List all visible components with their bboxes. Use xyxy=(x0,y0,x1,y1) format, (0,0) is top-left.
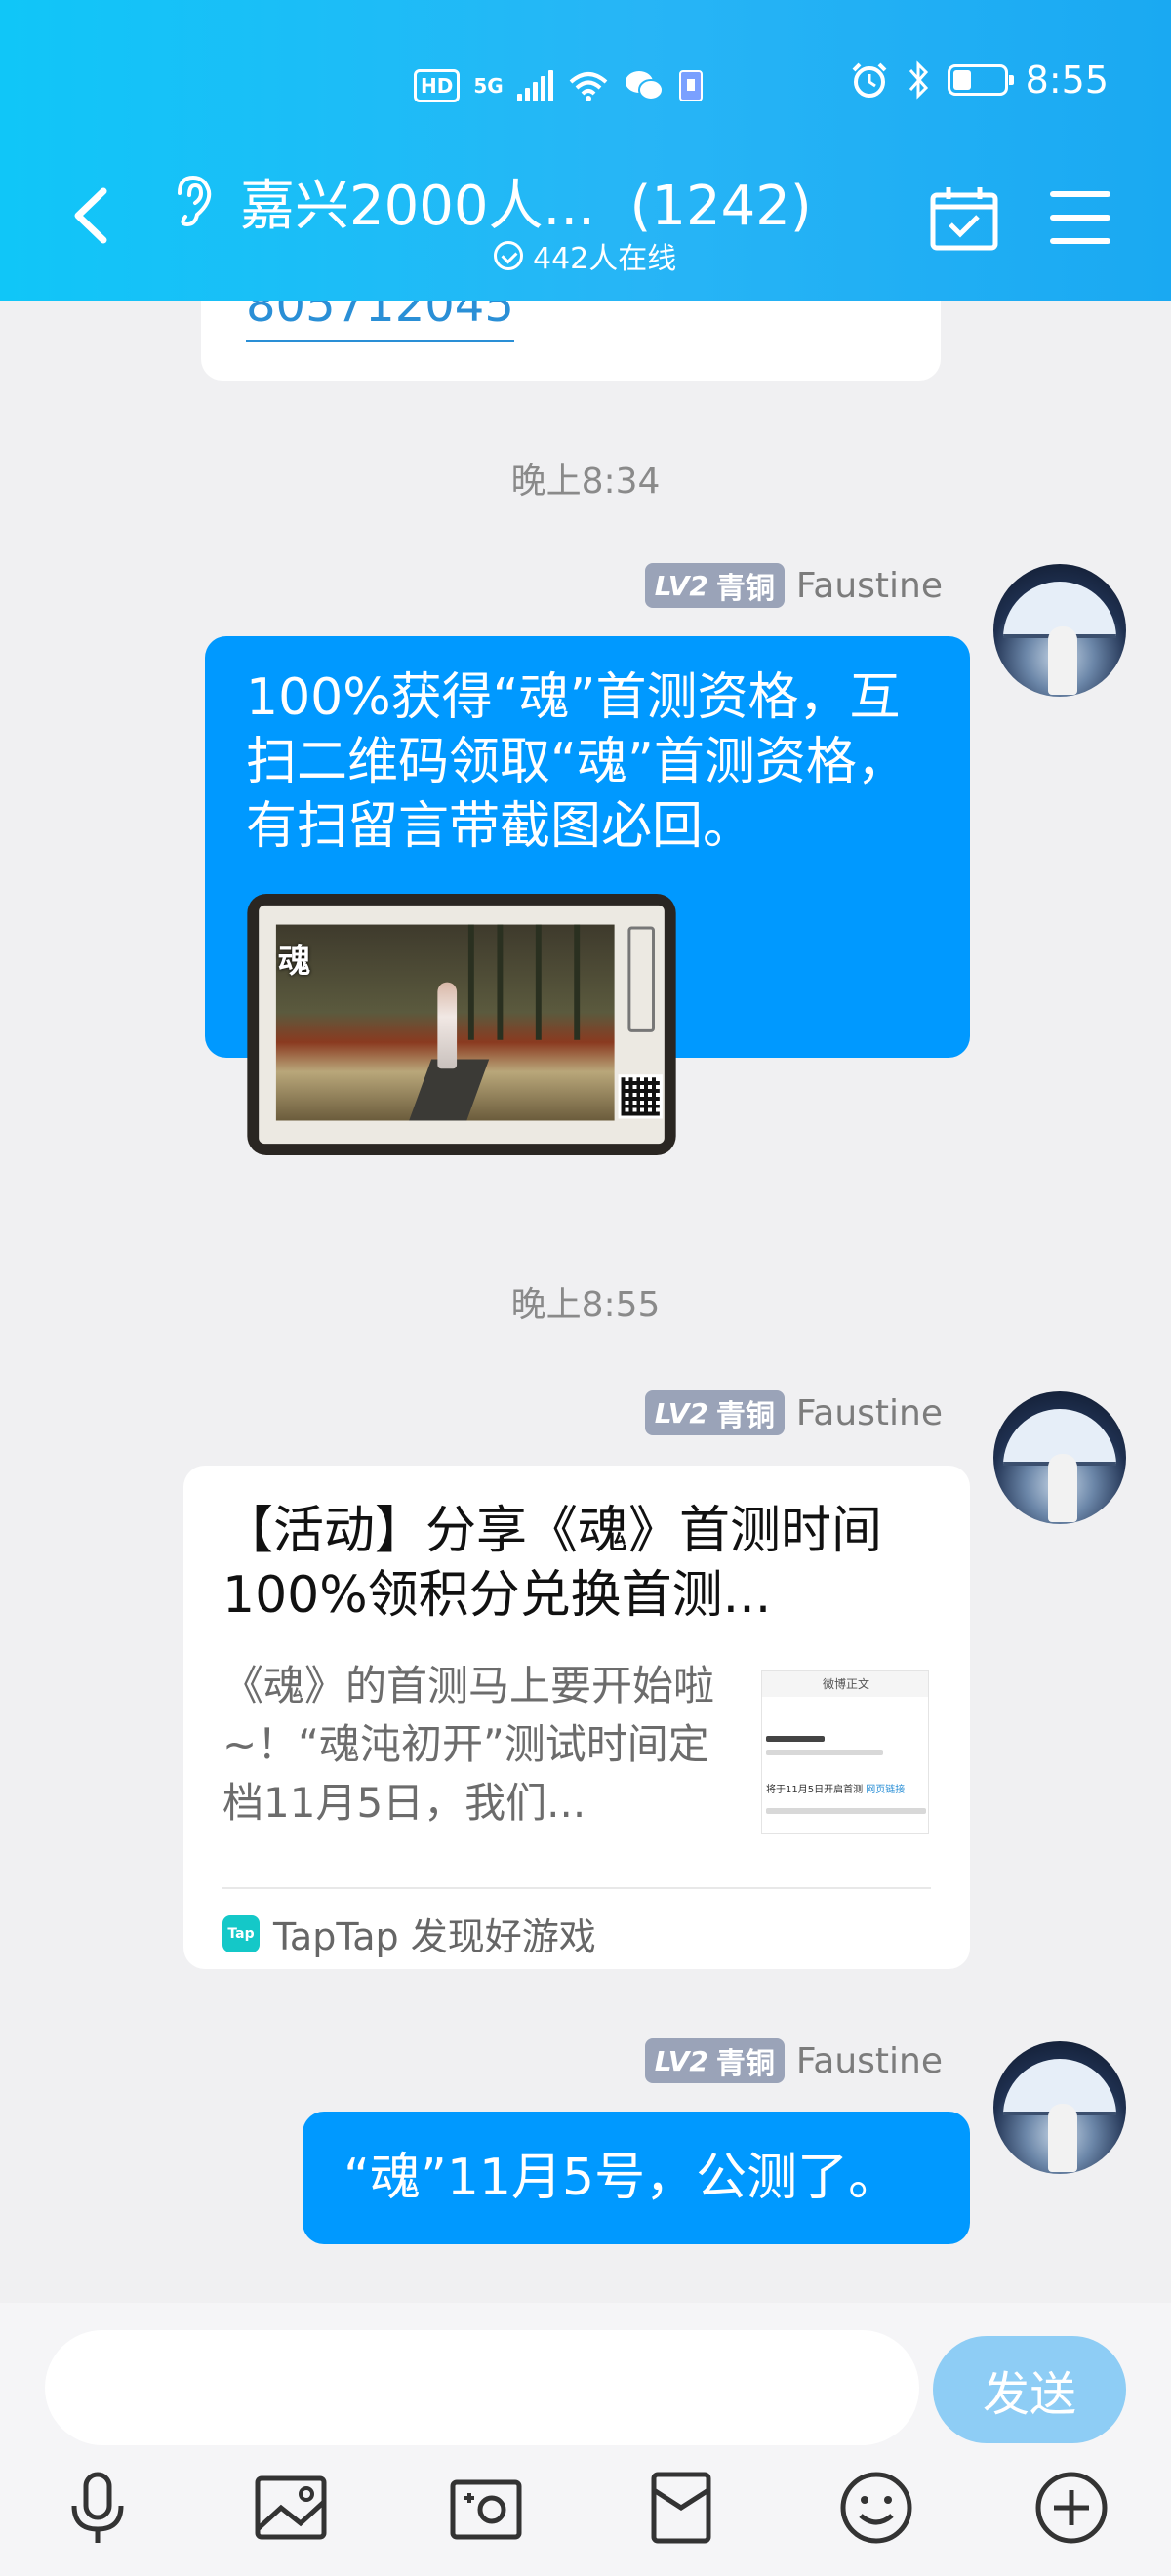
wifi-icon xyxy=(569,72,608,101)
sender-info: LV2 青铜 Faustine xyxy=(644,562,943,609)
chat-header: HD 5G 8:55 嘉兴2000人... (1242) 442人在线 xyxy=(0,0,1171,301)
menu-icon[interactable] xyxy=(1050,191,1110,244)
alarm-icon xyxy=(852,62,887,98)
level-badge: LV2 青铜 xyxy=(644,563,785,608)
emoji-icon[interactable] xyxy=(837,2469,915,2547)
message-text: 100%获得“魂”首测资格，互扫二维码领取“魂”首测资格，有扫留言带截图必回。 xyxy=(246,668,908,856)
online-count: 442人在线 xyxy=(494,234,676,277)
sender-name[interactable]: Faustine xyxy=(796,566,943,606)
previous-message-card: 805712045 xyxy=(201,301,941,381)
card-thumbnail: 微博正文 将于11月5日开启首测 网页链接 xyxy=(761,1670,929,1834)
game-logo: 魂 xyxy=(277,942,311,981)
online-text: 442人在线 xyxy=(533,242,677,276)
message-list[interactable]: 805712045 晚上8:34 LV2 青铜 Faustine 100%获得“… xyxy=(0,301,1171,2303)
sender-info: LV2 青铜 Faustine xyxy=(644,2037,943,2084)
microphone-icon[interactable] xyxy=(59,2469,137,2547)
message-image[interactable]: 魂 xyxy=(247,894,676,1155)
sender-info: LV2 青铜 Faustine xyxy=(644,1389,943,1436)
clock: 8:55 xyxy=(1025,59,1109,101)
message-text: “魂”11月5号，公测了。 xyxy=(343,2149,900,2207)
level-badge: LV2 青铜 xyxy=(644,1390,785,1435)
sim-icon xyxy=(678,70,703,101)
card-source-text: TapTap 发现好游戏 xyxy=(273,1915,596,1958)
message-bubble[interactable]: 100%获得“魂”首测资格，互扫二维码领取“魂”首测资格，有扫留言带截图必回。 … xyxy=(205,636,970,1155)
sender-name[interactable]: Faustine xyxy=(796,2041,943,2081)
bluetooth-icon xyxy=(909,60,928,100)
camera-icon[interactable] xyxy=(447,2469,525,2547)
card-title: 【活动】分享《魂》首测时间 100%领积分兑换首测... xyxy=(222,1502,883,1625)
status-bar-right: 8:55 xyxy=(850,59,1109,101)
check-circle-icon xyxy=(494,241,523,270)
signal-icon xyxy=(516,70,553,101)
previous-message-link[interactable]: 805712045 xyxy=(246,301,514,342)
group-title[interactable]: 嘉兴2000人... (1242) xyxy=(240,162,812,241)
ear-icon[interactable] xyxy=(172,174,219,228)
send-button[interactable]: 发送 xyxy=(933,2336,1126,2443)
shared-link-card[interactable]: 【活动】分享《魂》首测时间 100%领积分兑换首测... 《魂》的首测马上要开始… xyxy=(183,1466,970,1969)
card-source: Tap TapTap 发现好游戏 xyxy=(222,1907,596,1960)
avatar[interactable] xyxy=(993,2041,1126,2174)
avatar[interactable] xyxy=(993,564,1126,697)
level-badge: LV2 青铜 xyxy=(644,2038,785,2083)
message-input[interactable] xyxy=(45,2330,919,2445)
taptap-logo-icon: Tap xyxy=(222,1914,260,1952)
red-packet-icon[interactable] xyxy=(642,2469,720,2547)
timestamp: 晚上8:34 xyxy=(510,462,661,502)
back-icon[interactable] xyxy=(59,181,127,250)
wechat-icon xyxy=(625,71,664,101)
status-bar-left: HD 5G xyxy=(414,64,704,107)
calendar-check-icon[interactable] xyxy=(929,185,999,252)
card-description: 《魂》的首测马上要开始啦~！“魂沌初开”测试时间定档11月5日，我们... xyxy=(222,1662,715,1827)
qr-code xyxy=(618,1074,663,1119)
plus-icon[interactable] xyxy=(1032,2469,1110,2547)
composer: 发送 xyxy=(0,2303,1171,2576)
seal-stamp xyxy=(627,926,655,1032)
card-divider xyxy=(222,1887,931,1889)
message-bubble[interactable]: “魂”11月5号，公测了。 xyxy=(303,2112,970,2244)
avatar[interactable] xyxy=(993,1391,1126,1524)
timestamp: 晚上8:55 xyxy=(510,1285,661,1325)
hd-badge: HD xyxy=(414,69,461,102)
sender-name[interactable]: Faustine xyxy=(796,1393,943,1433)
image-icon[interactable] xyxy=(252,2469,330,2547)
battery-icon xyxy=(947,64,1014,96)
network-type: 5G xyxy=(473,74,504,98)
